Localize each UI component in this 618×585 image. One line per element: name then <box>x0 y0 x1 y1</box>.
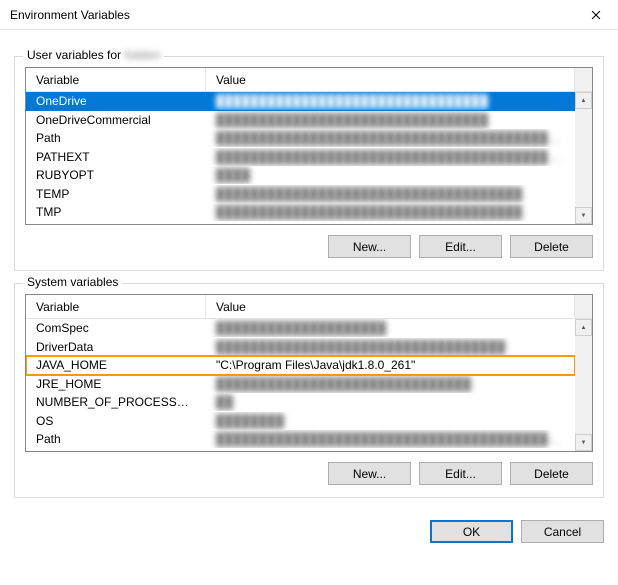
dialog-content: User variables for hidden Variable Value… <box>0 30 618 512</box>
system-scroll-head <box>575 295 592 318</box>
table-row[interactable]: JAVA_HOME"C:\Program Files\Java\jdk1.8.0… <box>26 356 575 375</box>
cell-value: ████ <box>206 166 575 184</box>
system-edit-button[interactable]: Edit... <box>419 462 502 485</box>
scroll-down-icon[interactable]: ▼ <box>575 207 592 224</box>
user-scroll-head <box>575 68 592 91</box>
system-col-variable[interactable]: Variable <box>26 295 206 318</box>
table-row[interactable]: DriverData██████████████████████████████… <box>26 338 575 357</box>
ok-button[interactable]: OK <box>430 520 513 543</box>
cell-value: ████████████████████ <box>206 319 575 337</box>
cell-value: ████████████████████████████████ <box>206 111 575 129</box>
cell-value: ██████████████████████████████ <box>206 375 575 393</box>
cell-variable: JAVA_HOME <box>26 356 206 374</box>
cell-value: "C:\Program Files\Java\jdk1.8.0_261" <box>206 356 575 374</box>
cell-variable: Path <box>26 430 206 448</box>
user-table: Variable Value OneDrive█████████████████… <box>25 67 593 225</box>
cell-value: ████████ <box>206 412 575 430</box>
table-row[interactable]: OneDrive████████████████████████████████ <box>26 92 575 111</box>
system-col-value[interactable]: Value <box>206 295 575 318</box>
cell-variable: OS <box>26 412 206 430</box>
user-legend: User variables for hidden <box>23 48 164 62</box>
cell-variable: DriverData <box>26 338 206 356</box>
system-table: Variable Value ComSpec██████████████████… <box>25 294 593 452</box>
user-variables-group: User variables for hidden Variable Value… <box>14 56 604 271</box>
cell-variable: Path <box>26 129 206 147</box>
user-button-row: New... Edit... Delete <box>25 235 593 258</box>
cell-variable: TEMP <box>26 185 206 203</box>
scroll-down-icon[interactable]: ▼ <box>575 434 592 451</box>
system-scrollbar[interactable]: ▲ ▼ <box>575 319 592 451</box>
cell-variable: NUMBER_OF_PROCESSORS <box>26 393 206 411</box>
close-icon <box>591 10 601 20</box>
window-title: Environment Variables <box>10 8 573 22</box>
scroll-up-icon[interactable]: ▲ <box>575 319 592 336</box>
scroll-track[interactable] <box>575 336 592 434</box>
table-row[interactable]: PATHEXT█████████████████████████████████… <box>26 148 575 167</box>
cell-variable: PATHEXT <box>26 148 206 166</box>
cell-value: ████████████████████████████████████████… <box>206 148 575 166</box>
table-row[interactable]: Path████████████████████████████████████… <box>26 430 575 449</box>
system-delete-button[interactable]: Delete <box>510 462 593 485</box>
system-table-header: Variable Value <box>26 295 592 319</box>
cell-variable: JRE_HOME <box>26 375 206 393</box>
close-button[interactable] <box>573 0 618 30</box>
user-legend-user: hidden <box>124 48 160 62</box>
titlebar: Environment Variables <box>0 0 618 30</box>
system-legend: System variables <box>23 275 122 289</box>
user-col-variable[interactable]: Variable <box>26 68 206 91</box>
cell-value: ██████████████████████████████████ <box>206 338 575 356</box>
cell-value: ████████████████████████████████████ <box>206 185 575 203</box>
cell-variable: OneDrive <box>26 92 206 110</box>
cell-value: ████████████████████████████████████ <box>206 203 575 221</box>
cell-value: ████████████████████████████████████████… <box>206 430 575 448</box>
cell-variable: ComSpec <box>26 319 206 337</box>
user-new-button[interactable]: New... <box>328 235 411 258</box>
system-variables-group: System variables Variable Value ComSpec█… <box>14 283 604 498</box>
cancel-button[interactable]: Cancel <box>521 520 604 543</box>
user-scrollbar[interactable]: ▲ ▼ <box>575 92 592 224</box>
table-row[interactable]: Path████████████████████████████████████… <box>26 129 575 148</box>
system-new-button[interactable]: New... <box>328 462 411 485</box>
table-row[interactable]: ComSpec████████████████████ <box>26 319 575 338</box>
cell-variable: TMP <box>26 203 206 221</box>
table-row[interactable]: RUBYOPT████ <box>26 166 575 185</box>
table-row[interactable]: OS████████ <box>26 412 575 431</box>
user-col-value[interactable]: Value <box>206 68 575 91</box>
scroll-track[interactable] <box>575 109 592 207</box>
cell-variable: OneDriveCommercial <box>26 111 206 129</box>
user-legend-text: User variables for <box>27 48 121 62</box>
table-row[interactable]: TMP████████████████████████████████████ <box>26 203 575 222</box>
cell-value: ████████████████████████████████████████… <box>206 129 575 147</box>
user-table-body[interactable]: OneDrive████████████████████████████████… <box>26 92 575 224</box>
dialog-button-row: OK Cancel <box>0 512 618 555</box>
user-table-header: Variable Value <box>26 68 592 92</box>
cell-value: ████████████████████████████████ <box>206 92 575 110</box>
table-row[interactable]: NUMBER_OF_PROCESSORS██ <box>26 393 575 412</box>
table-row[interactable]: JRE_HOME██████████████████████████████ <box>26 375 575 394</box>
system-button-row: New... Edit... Delete <box>25 462 593 485</box>
table-row[interactable]: TEMP████████████████████████████████████ <box>26 185 575 204</box>
cell-value: ██ <box>206 393 575 411</box>
user-delete-button[interactable]: Delete <box>510 235 593 258</box>
system-table-body[interactable]: ComSpec████████████████████DriverData███… <box>26 319 575 451</box>
cell-variable: RUBYOPT <box>26 166 206 184</box>
scroll-up-icon[interactable]: ▲ <box>575 92 592 109</box>
user-edit-button[interactable]: Edit... <box>419 235 502 258</box>
table-row[interactable]: OneDriveCommercial██████████████████████… <box>26 111 575 130</box>
